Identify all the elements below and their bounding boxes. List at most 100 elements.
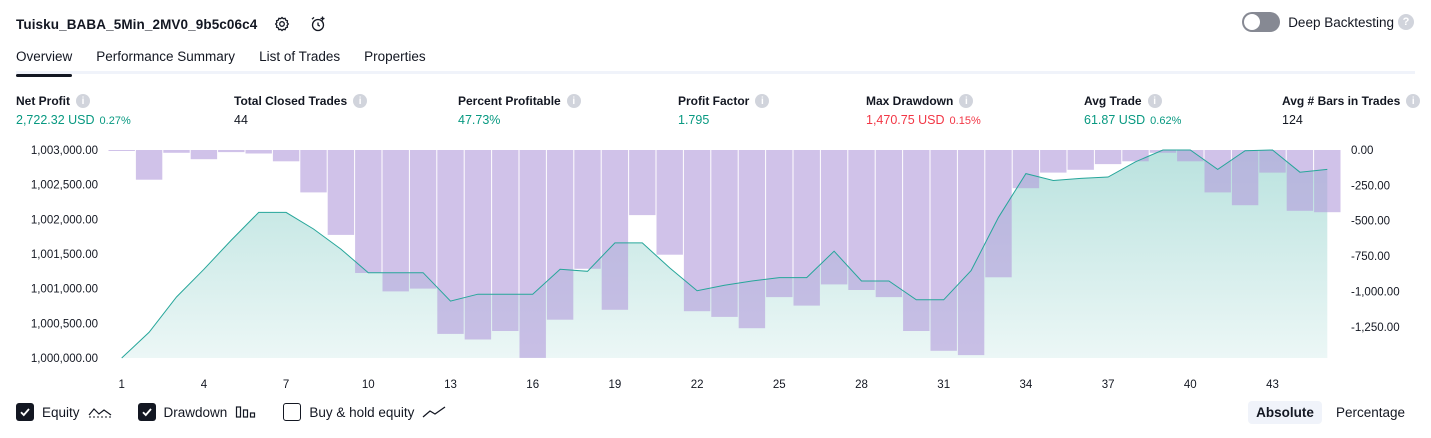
settings-icon[interactable] — [271, 13, 293, 35]
metric-label: Profit Factor — [678, 94, 750, 108]
metric-net-profit: Net Profit i 2,722.32 USD 0.27% — [16, 94, 131, 127]
drawdown-bar — [629, 150, 656, 216]
equity-line-icon — [88, 405, 112, 419]
x-axis-tick: 16 — [526, 379, 539, 391]
drawdown-bar — [930, 150, 957, 351]
drawdown-bar — [738, 150, 766, 329]
metric-label: Net Profit — [16, 94, 70, 108]
drawdown-bar — [903, 150, 930, 331]
metric-label: Total Closed Trades — [234, 94, 348, 108]
metric-label: Avg Trade — [1084, 94, 1142, 108]
deep-backtesting-toggle[interactable] — [1242, 12, 1281, 32]
metric-label: Percent Profitable — [458, 94, 561, 108]
drawdown-bar — [437, 150, 464, 334]
drawdown-bar — [1040, 150, 1067, 173]
equity-checkbox[interactable] — [16, 403, 34, 421]
x-axis-tick: 1 — [118, 379, 124, 391]
report-tabs: Overview Performance Summary List of Tra… — [16, 44, 450, 77]
info-icon[interactable]: i — [755, 94, 770, 108]
info-icon[interactable]: i — [1147, 94, 1162, 108]
equity-drawdown-chart[interactable]: 1,003,000.00 1,002,500.00 1,002,000.00 1,00… — [0, 140, 1431, 395]
drawdown-bar — [1231, 150, 1259, 206]
drawdown-bar — [1204, 150, 1231, 193]
metric-value: 61.87 USD — [1084, 113, 1146, 127]
drawdown-bar — [245, 150, 272, 154]
tab-list-of-trades[interactable]: List of Trades — [259, 44, 340, 74]
drawdown-bar — [218, 150, 245, 153]
strategy-name: Tuisku_BABA_5Min_2MV0_9b5c06c4 — [16, 16, 258, 32]
drawdown-bar — [601, 150, 629, 310]
info-icon[interactable]: i — [76, 94, 90, 108]
deep-backtesting: Deep Backtesting ? — [1242, 12, 1414, 32]
drawdown-bar — [1067, 150, 1094, 170]
metric-avg-bars-in-trades: Avg # Bars in Trades i 124 — [1282, 94, 1421, 127]
tabs-divider — [16, 71, 1415, 74]
drawdown-bar — [1012, 150, 1040, 189]
drawdown-bar — [820, 150, 848, 285]
metric-percent: 0.15% — [949, 115, 981, 127]
info-icon[interactable]: i — [566, 94, 581, 108]
equity-axis-tick: 1,001,500.00 — [31, 249, 98, 261]
x-axis-tick: 43 — [1266, 379, 1279, 391]
tab-properties[interactable]: Properties — [364, 44, 426, 74]
info-icon[interactable]: i — [1406, 94, 1421, 108]
drawdown-bar — [300, 150, 327, 193]
alarm-add-icon[interactable] — [307, 13, 329, 35]
drawdown-bar — [382, 150, 409, 292]
value-mode-switch: Absolute Percentage — [1242, 401, 1413, 424]
x-axis-tick: 28 — [855, 379, 868, 391]
drawdown-bar — [190, 150, 218, 160]
report-header: Tuisku_BABA_5Min_2MV0_9b5c06c4 — [16, 10, 329, 38]
legend-equity[interactable]: Equity — [16, 403, 112, 421]
metric-percent-profitable: Percent Profitable i 47.73% — [458, 94, 581, 127]
drawdown-axis-tick: -500.00 — [1351, 216, 1390, 228]
buy-hold-checkbox[interactable] — [283, 403, 302, 421]
legend-label: Buy & hold equity — [309, 404, 415, 420]
info-icon[interactable]: i — [959, 94, 974, 108]
x-axis-tick: 7 — [283, 379, 289, 391]
x-axis-tick: 40 — [1184, 379, 1197, 391]
drawdown-checkbox[interactable] — [137, 403, 156, 421]
tab-performance-summary[interactable]: Performance Summary — [96, 44, 235, 74]
x-axis-tick: 34 — [1020, 379, 1033, 391]
equity-axis-tick: 1,000,000.00 — [31, 353, 98, 365]
tab-overview[interactable]: Overview — [16, 44, 73, 77]
mode-absolute[interactable]: Absolute — [1248, 401, 1322, 424]
drawdown-bar — [574, 150, 601, 269]
drawdown-bar — [875, 150, 903, 298]
drawdown-bar — [163, 150, 190, 153]
metric-profit-factor: Profit Factor i 1.795 — [678, 94, 770, 127]
drawdown-bar — [848, 150, 875, 290]
legend-buy-hold[interactable]: Buy & hold equity — [283, 403, 446, 421]
metric-label: Max Drawdown — [866, 94, 954, 108]
drawdown-bar — [656, 150, 683, 255]
drawdown-axis-tick: -750.00 — [1351, 251, 1390, 263]
drawdown-axis-tick: 0.00 — [1351, 145, 1373, 157]
metric-total-closed-trades: Total Closed Trades i 44 — [234, 94, 368, 127]
equity-axis-tick: 1,001,000.00 — [31, 284, 98, 296]
x-axis-tick: 13 — [444, 379, 457, 391]
buy-hold-line-icon — [422, 405, 446, 419]
drawdown-bar — [519, 150, 546, 358]
equity-axis-tick: 1,002,000.00 — [31, 214, 98, 226]
metric-max-drawdown: Max Drawdown i 1,470.75 USD 0.15% — [866, 94, 981, 127]
metric-percent: 0.27% — [99, 115, 131, 127]
metric-value: 44 — [234, 113, 248, 127]
metric-value: 47.73% — [458, 113, 501, 127]
drawdown-bar — [546, 150, 574, 320]
drawdown-bar — [1122, 150, 1149, 162]
metric-percent: 0.62% — [1150, 115, 1182, 127]
help-icon[interactable]: ? — [1398, 14, 1414, 30]
metric-value: 2,722.32 USD — [16, 113, 95, 127]
metric-value: 124 — [1282, 113, 1303, 127]
drawdown-bar — [272, 150, 300, 162]
legend-drawdown[interactable]: Drawdown — [137, 403, 258, 421]
drawdown-bar — [135, 150, 163, 180]
metric-value: 1,470.75 USD — [866, 113, 945, 127]
drawdown-bar — [766, 150, 793, 298]
drawdown-axis-tick: -1,250.00 — [1351, 322, 1400, 334]
mode-percentage[interactable]: Percentage — [1328, 401, 1413, 424]
deep-backtesting-label: Deep Backtesting — [1288, 14, 1394, 30]
info-icon[interactable]: i — [353, 94, 368, 108]
legend-label: Drawdown — [163, 404, 228, 420]
